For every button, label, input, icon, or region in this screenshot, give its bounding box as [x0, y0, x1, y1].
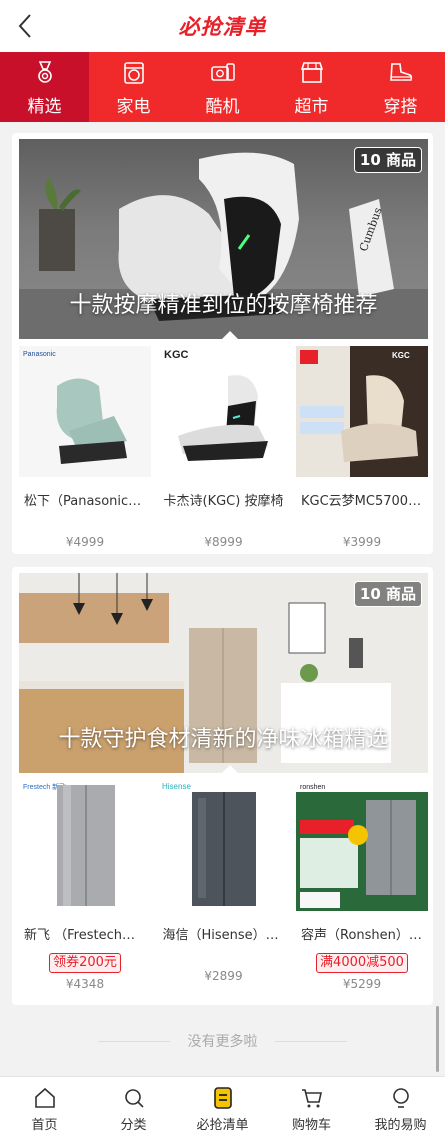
tab-label: 穿搭 [383, 97, 418, 117]
bottom-nav: 首页 分类 必抢清单 购物车 我的易购 [0, 1076, 445, 1135]
nav-item-category[interactable]: 分类 [89, 1077, 178, 1135]
product-image: KGC [296, 346, 428, 477]
user-icon [392, 1088, 409, 1108]
product-brand-text: Panasonic [23, 351, 56, 358]
product-name: 新飞 （Frestech）冰箱 [24, 928, 146, 943]
product-price: ¥8999 [204, 535, 243, 549]
product-name: 海信（Hisense）冰箱 [162, 928, 285, 943]
medal-icon [37, 61, 52, 83]
collection-hero-image[interactable]: Cumbus 10 商品 十款按摩精准到位的按摩椅推荐 [19, 139, 428, 339]
nav-label: 购物车 [291, 1118, 331, 1133]
nav-label: 我的易购 [374, 1118, 427, 1133]
store-icon [300, 62, 323, 83]
product-image: Frestech 新飞 [19, 780, 151, 911]
product-item[interactable]: Hisense 海信（Hisense）冰箱 ¥2899 [157, 780, 290, 991]
nav-label: 分类 [120, 1118, 147, 1133]
category-tabs: 精选 家电 酷机 超市 穿搭 [0, 52, 445, 122]
item-count-badge: 10 商品 [353, 581, 422, 607]
end-of-list-indicator: 没有更多啦 [0, 1031, 445, 1051]
product-price: ¥3999 [342, 535, 382, 549]
nav-label: 首页 [31, 1118, 58, 1133]
product-name: KGC云梦MC5700按摩椅 [301, 494, 423, 509]
collection-hero-image[interactable]: 10 商品 十款守护食材清新的净味冰箱精选 [19, 573, 428, 773]
collection-card[interactable]: 10 商品 十款守护食材清新的净味冰箱精选 Frestech 新飞 新飞 （Fr… [12, 567, 433, 1005]
product-price: ¥4999 [65, 535, 105, 549]
product-name: 松下（Panasonic）按摩椅 [24, 494, 146, 509]
coupon-badge: 满4000减500 [316, 953, 408, 973]
product-price: ¥5299 [342, 977, 382, 991]
nav-item-cart[interactable]: 购物车 [267, 1077, 356, 1135]
shoe-icon [389, 63, 412, 81]
product-item[interactable]: Panasonic 松下（Panasonic）按摩椅 ¥4999 [19, 346, 151, 549]
tab-label: 家电 [116, 97, 151, 117]
collection-title: 十款按摩精准到位的按摩椅推荐 [69, 293, 378, 318]
tab-label: 酷机 [205, 97, 240, 117]
search-icon [124, 1089, 144, 1108]
coupon-badge: 领券200元 [49, 953, 121, 973]
divider [275, 1041, 347, 1042]
hero-notch [222, 765, 238, 773]
product-image: ronshen [296, 780, 428, 911]
end-of-list-text: 没有更多啦 [187, 1034, 258, 1050]
product-brand-text: Hisense [162, 782, 191, 791]
product-price: ¥4348 [65, 977, 105, 991]
product-item[interactable]: KGC 卡杰诗(KGC) 按摩椅 ¥8999 [157, 346, 290, 549]
divider [98, 1041, 170, 1042]
tab-fashion[interactable]: 穿搭 [356, 52, 445, 122]
product-image: Hisense [157, 780, 290, 911]
washing-machine-icon [123, 62, 144, 84]
collection-card[interactable]: Cumbus 10 商品 十款按摩精准到位的按摩椅推荐 Panasonic 松下… [12, 133, 433, 554]
nav-label: 必抢清单 [196, 1118, 249, 1133]
product-item[interactable]: Frestech 新飞 新飞 （Frestech）冰箱 领券200元 ¥4348 [19, 780, 151, 991]
nav-item-profile[interactable]: 我的易购 [356, 1077, 445, 1135]
tab-label: 超市 [294, 97, 329, 117]
item-count-badge: 10 商品 [353, 147, 422, 173]
tab-label: 精选 [27, 97, 62, 117]
tab-appliances[interactable]: 家电 [89, 52, 178, 122]
hero-notch [222, 331, 238, 339]
product-price: ¥2899 [204, 969, 243, 983]
camera-phone-icon [210, 63, 235, 81]
tab-featured[interactable]: 精选 [0, 52, 89, 122]
list-icon [213, 1087, 232, 1109]
page-logo: 必抢清单 [178, 15, 267, 39]
nav-item-must-buy[interactable]: 必抢清单 [178, 1077, 267, 1135]
product-brand-text: KGC [392, 351, 410, 360]
cart-icon [301, 1089, 322, 1108]
home-icon [34, 1087, 55, 1108]
product-row: Frestech 新飞 新飞 （Frestech）冰箱 领券200元 ¥4348… [19, 780, 428, 991]
product-brand-text: ronshen [300, 784, 325, 791]
product-brand-text: KGC [164, 349, 189, 361]
collection-title: 十款守护食材清新的净味冰箱精选 [58, 727, 389, 752]
tab-gadgets[interactable]: 酷机 [178, 52, 267, 122]
product-image: KGC [157, 346, 290, 477]
top-bar: 必抢清单 [0, 0, 445, 52]
product-item[interactable]: KGC KGC云梦MC5700按摩椅 ¥3999 [296, 346, 428, 549]
nav-item-home[interactable]: 首页 [0, 1077, 89, 1135]
product-row: Panasonic 松下（Panasonic）按摩椅 ¥4999 KGC [19, 346, 428, 549]
product-item[interactable]: ronshen 容声（Ronshen）冰箱 满4000减500 ¥5299 [296, 780, 428, 991]
tab-supermarket[interactable]: 超市 [267, 52, 356, 122]
scrollbar-thumb[interactable] [436, 1006, 439, 1072]
product-name: 卡杰诗(KGC) 按摩椅 [163, 494, 284, 509]
product-image: Panasonic [19, 346, 151, 477]
product-name: 容声（Ronshen）冰箱 [301, 928, 423, 943]
